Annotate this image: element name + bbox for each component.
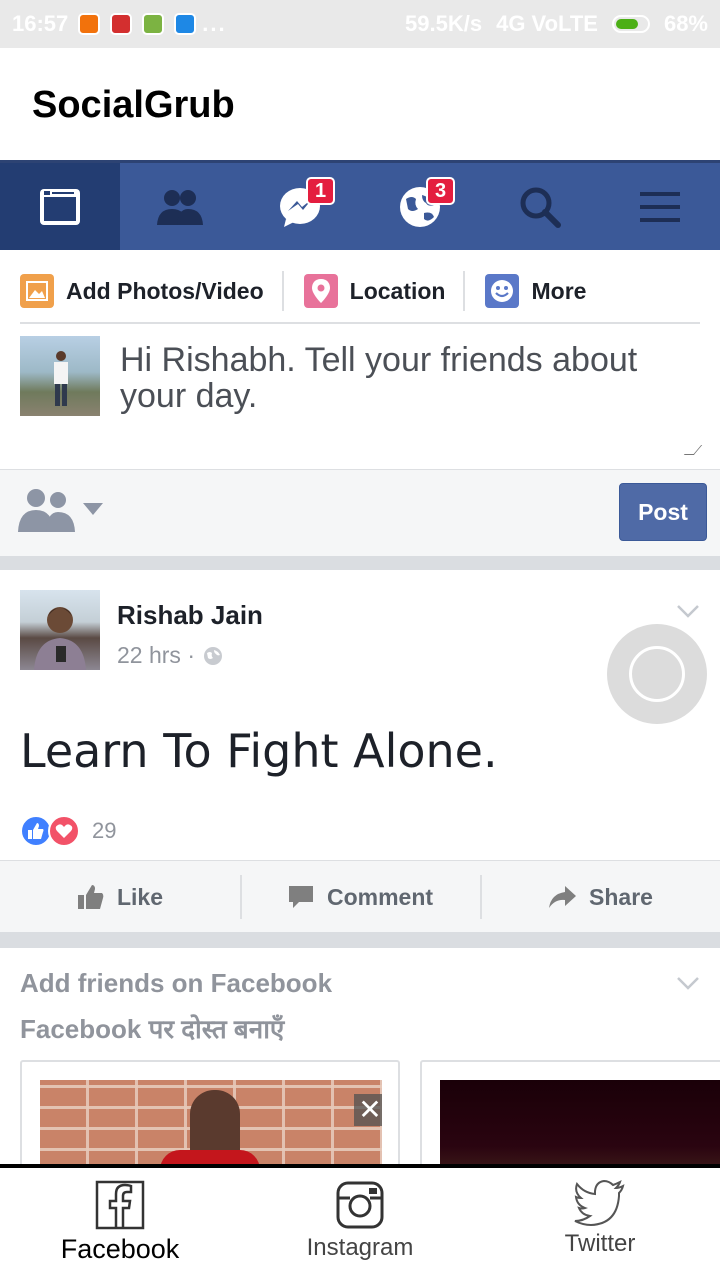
nav-messages[interactable]: 1: [240, 163, 360, 250]
nav-notifications[interactable]: 3: [360, 163, 480, 250]
fb-top-nav: 1 3: [0, 160, 720, 250]
thumbs-up-icon: [77, 885, 104, 909]
author-name[interactable]: Rishab Jain: [117, 600, 263, 631]
tab-facebook[interactable]: Facebook: [0, 1168, 240, 1280]
more-label: More: [531, 277, 587, 304]
story-text: Learn To Fight Alone.: [20, 724, 498, 778]
messages-badge: 1: [306, 177, 336, 205]
more-button[interactable]: More: [485, 271, 604, 311]
suggestion-photo: [440, 1080, 720, 1168]
tab-twitter[interactable]: Twitter: [480, 1168, 720, 1280]
tab-facebook-label: Facebook: [60, 1234, 180, 1264]
network-label: 4G VoLTE: [496, 11, 598, 36]
friend-suggestion-card[interactable]: ✕: [20, 1060, 400, 1168]
tab-twitter-label: Twitter: [564, 1230, 636, 1257]
add-photos-label: Add Photos/Video: [66, 277, 264, 304]
facebook-icon: [95, 1180, 145, 1230]
resize-handle-icon: [683, 445, 703, 455]
reaction-count: 29: [92, 818, 117, 843]
audience-selector[interactable]: [16, 484, 104, 534]
nav-menu[interactable]: [600, 163, 720, 250]
audience-friends-icon: [18, 489, 75, 532]
comment-label: Comment: [326, 883, 434, 910]
status-bar: 16:57 ... 59.5K/s 4G VoLTE 68%: [0, 0, 720, 48]
circle-icon: [629, 646, 685, 702]
comment-button[interactable]: Comment: [240, 861, 480, 933]
post-button[interactable]: Post: [619, 483, 707, 541]
app-title: SocialGrub: [32, 84, 235, 126]
instagram-icon: [336, 1181, 384, 1229]
battery-icon: [611, 15, 650, 33]
chevron-down-icon: [677, 605, 699, 618]
share-label: Share: [589, 883, 653, 910]
story-meta: 22 hrs ·: [117, 642, 223, 669]
add-friends-section: Add friends on Facebook Facebook पर दोस्…: [0, 948, 720, 1168]
share-arrow-icon: [549, 886, 577, 908]
floating-home-button[interactable]: [607, 624, 707, 724]
share-button[interactable]: Share: [480, 861, 720, 933]
search-icon: [520, 187, 561, 228]
friend-suggestion-card[interactable]: [420, 1060, 720, 1168]
nav-friend-requests[interactable]: [120, 163, 240, 250]
add-friends-title: Add friends on Facebook: [20, 968, 333, 998]
reactions-summary[interactable]: 29: [20, 815, 116, 847]
net-speed: 59.5K/s: [405, 11, 483, 36]
photo-icon: [20, 274, 54, 308]
twitter-bird-icon: [574, 1180, 625, 1226]
add-friends-subtitle: Facebook पर दोस्त बनाएँ: [20, 1014, 285, 1044]
comment-icon: [288, 886, 313, 908]
story-time: 22 hrs ·: [117, 642, 195, 668]
feed-story: Rishab Jain 22 hrs · Learn To Fight Alon…: [0, 570, 720, 932]
status-time: 16:57: [12, 11, 69, 36]
mi-app-icon: [78, 13, 101, 35]
browser-app-icon: [174, 13, 197, 35]
notifications-badge: 3: [426, 177, 456, 205]
add-photos-button[interactable]: Add Photos/Video: [20, 271, 284, 311]
story-options-button[interactable]: [676, 604, 700, 623]
app-header: SocialGrub: [0, 48, 720, 160]
location-button[interactable]: Location: [303, 271, 466, 311]
location-pin-icon: [303, 274, 338, 308]
status-composer: Add Photos/Video Location More Hi Rishab…: [0, 250, 720, 470]
location-label: Location: [349, 277, 446, 304]
nav-news-feed[interactable]: [0, 163, 120, 250]
nav-search[interactable]: [480, 163, 600, 250]
composer-actions: Add Photos/Video Location More: [20, 260, 700, 324]
calendar-app-icon: [110, 13, 133, 35]
battery-percent: 68%: [663, 11, 708, 36]
author-avatar[interactable]: [20, 590, 100, 670]
suggestion-photo: ✕: [40, 1080, 382, 1168]
close-icon[interactable]: ✕: [354, 1094, 382, 1126]
more-notifications-icon: ...: [202, 11, 227, 36]
feed-divider: [0, 932, 720, 948]
hamburger-menu-icon: [640, 191, 680, 222]
like-label: Like: [116, 883, 164, 910]
post-toolbar: Post: [0, 470, 720, 556]
news-feed-icon: [40, 188, 80, 225]
tab-instagram[interactable]: Instagram: [240, 1168, 480, 1280]
chevron-down-icon: [83, 503, 103, 515]
feed-divider: [0, 556, 720, 570]
public-globe-icon: [203, 646, 222, 665]
love-reaction-icon: [48, 815, 80, 847]
section-options-button[interactable]: [676, 976, 700, 995]
tab-instagram-label: Instagram: [306, 1234, 414, 1261]
story-actions: Like Comment Share: [0, 860, 720, 932]
status-input[interactable]: Hi Rishabh. Tell your friends about your…: [120, 342, 680, 414]
bottom-tab-bar: Facebook Instagram Twitter: [0, 1164, 720, 1280]
sim-app-icon: [142, 13, 165, 35]
like-button[interactable]: Like: [0, 861, 240, 933]
smiley-icon: [485, 274, 520, 308]
chevron-down-icon: [677, 977, 699, 990]
friends-icon: [157, 189, 203, 225]
user-avatar: [20, 336, 100, 416]
